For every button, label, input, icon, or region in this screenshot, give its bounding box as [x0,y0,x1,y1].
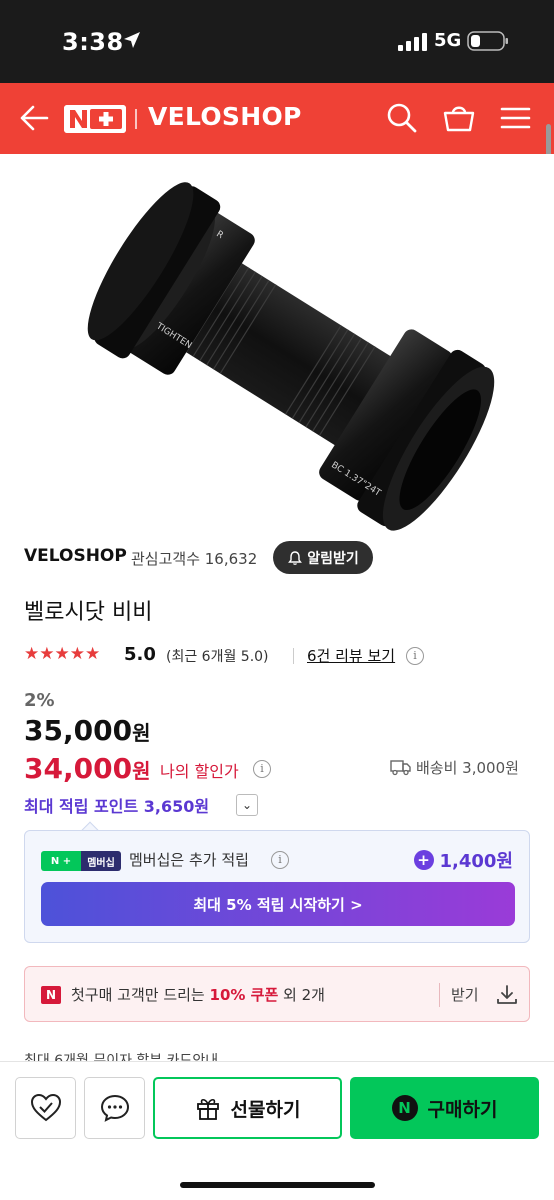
shopping-basket-icon[interactable] [442,101,476,135]
signal-bars-icon [398,33,427,51]
membership-box: N + 멤버십 멤버십은 추가 적립 i + 1,400원 최대 5% 적립 시… [24,830,530,943]
membership-points: + 1,400원 [413,847,514,873]
search-icon[interactable] [385,101,419,135]
status-bar: 3:38 5G [0,0,554,83]
original-price-value: 35,000 [24,714,133,747]
shipping-fee: 배송비 3,000원 [416,759,519,777]
membership-text: 멤버십은 추가 적립 [129,851,249,869]
my-sale-label: 나의 할인가 [160,762,239,781]
buy-button[interactable]: N 구매하기 [350,1077,539,1139]
download-icon[interactable] [495,983,519,1007]
bell-plus-icon [288,550,303,565]
seller-interest-count: 관심고객수 16,632 [131,550,258,568]
chevron-down-icon[interactable]: ⌄ [236,794,258,816]
sale-price-value: 34,000 [24,752,133,785]
battery-icon [467,31,508,51]
naver-n-badge: N [41,986,61,1004]
max-points[interactable]: 최대 적립 포인트 3,650원 [24,793,209,817]
sale-price-unit: 원 [132,759,151,783]
gift-box-icon [196,1098,219,1120]
notify-button[interactable]: 알림받기 [273,541,373,574]
sale-info-icon[interactable]: i [253,760,271,778]
notify-label: 알림받기 [307,550,359,567]
gift-label: 선물하기 [230,1098,301,1121]
membership-badge-np: N + [41,851,81,871]
network-type: 5G [434,30,462,51]
rating-stars: ★★★★★ [24,644,101,664]
naver-plus-logo[interactable] [64,105,126,133]
bottom-bracket-product-image[interactable]: R TIGHTEN BC 1.37"24T [0,154,554,532]
rating-score: 5.0 [124,644,156,665]
membership-points-value: 1,400원 [439,851,514,872]
seller-name[interactable]: VELOSHOP [24,546,127,566]
buy-label: 구매하기 [427,1098,498,1121]
coupon-get-label[interactable]: 받기 [451,984,479,1005]
membership-cta-button[interactable]: 최대 5% 적립 시작하기 > [41,882,515,926]
product-title: 벨로시닷 비비 [24,600,153,625]
sale-price: 34,000원 [24,752,150,785]
plus-circle-icon: + [413,850,434,870]
review-info-icon[interactable]: i [406,647,424,665]
original-price: 35,000원 [24,714,150,747]
chat-button[interactable] [84,1077,145,1139]
status-time: 3:38 [62,28,124,56]
delivery-truck-icon [390,760,411,776]
review-link[interactable]: 6건 리뷰 보기 [307,645,395,666]
coupon-text-prefix: 첫구매 고객만 드리는 [71,986,210,1004]
membership-badge: N + 멤버십 [41,851,121,871]
coupon-text: 첫구매 고객만 드리는 10% 쿠폰 외 2개 [71,984,325,1005]
coupon-box[interactable]: N 첫구매 고객만 드리는 10% 쿠폰 외 2개 받기 [24,966,530,1022]
wishlist-button[interactable] [15,1077,76,1139]
bottom-action-bar: 선물하기 N 구매하기 [0,1061,554,1200]
gift-button[interactable]: 선물하기 [153,1077,342,1139]
discount-rate: 2% [24,690,55,711]
home-indicator[interactable] [180,1182,375,1188]
rating-recent: (최근 6개월 5.0) [166,649,269,665]
app-header: VELOSHOP [0,83,554,154]
rating-divider [293,648,294,664]
heart-check-icon [30,1093,61,1122]
menu-icon[interactable] [499,101,533,135]
header-shop-name[interactable]: VELOSHOP [148,102,302,131]
coupon-text-bold: 10% 쿠폰 [209,986,279,1004]
membership-info-icon[interactable]: i [271,851,289,869]
original-price-unit: 원 [132,721,151,745]
naver-n-icon: N [391,1095,418,1121]
coupon-divider [439,983,440,1007]
coupon-text-suffix: 외 2개 [278,986,325,1004]
back-arrow-icon[interactable] [18,101,50,135]
location-arrow-icon [124,32,140,48]
chat-bubble-icon [100,1094,129,1122]
membership-badge-label: 멤버십 [81,851,121,871]
header-divider [135,109,137,129]
